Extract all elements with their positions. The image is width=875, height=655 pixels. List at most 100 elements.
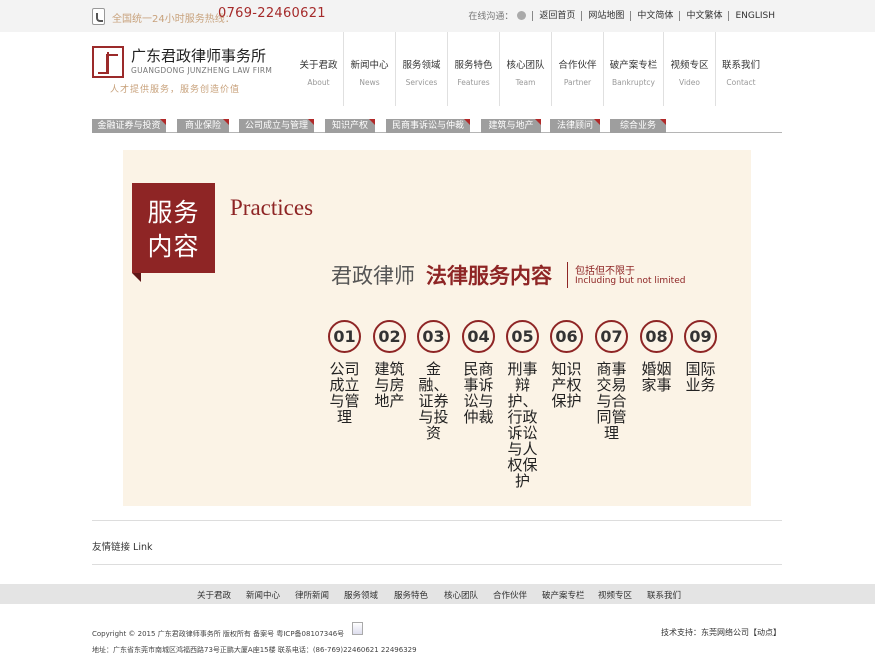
service-number: 05 (506, 320, 539, 353)
nav-label: 服务特色 (454, 60, 493, 71)
service-item[interactable]: 05 刑事辩护、行政诉讼与人权保护 (506, 320, 542, 489)
service-number: 04 (462, 320, 495, 353)
divider (92, 564, 782, 565)
link-traditional[interactable]: 中文繁体 (679, 10, 728, 21)
nav-services[interactable]: 服务领域 Services (396, 32, 448, 106)
logo-seal-icon[interactable] (92, 46, 124, 78)
category-tab[interactable]: 公司成立与管理 (239, 119, 314, 133)
service-label: 婚姻家事 (641, 360, 672, 394)
category-label: 公司成立与管理 (244, 121, 308, 131)
phone-icon (92, 8, 105, 25)
logo-title[interactable]: 广东君政律师事务所 (131, 45, 266, 66)
service-label: 知识产权保护 (551, 360, 582, 410)
nav-label-en: Video (678, 78, 700, 87)
category-label: 民商事诉讼与仲裁 (391, 121, 464, 131)
service-label: 民商事诉讼与仲裁 (463, 360, 494, 426)
service-label: 建筑与房地产 (374, 360, 405, 410)
nav-label-en: Team (515, 78, 536, 87)
footer-link[interactable]: 新闻中心 (246, 589, 280, 601)
link-english[interactable]: ENGLISH (728, 10, 781, 21)
tab-corner-icon (223, 119, 229, 125)
service-number: 01 (328, 320, 361, 353)
nav-label: 破产案专栏 (609, 60, 658, 71)
heading-note-cn: 包括但不限于 (575, 266, 635, 277)
nav-video[interactable]: 视频专区 Video (664, 32, 716, 106)
footer-link[interactable]: 核心团队 (444, 589, 478, 601)
nav-label: 服务领域 (402, 60, 441, 71)
footer-link[interactable]: 合作伙伴 (493, 589, 527, 601)
service-label: 公司成立与管理 (329, 360, 360, 426)
service-item[interactable]: 01 公司成立与管理 (328, 320, 364, 425)
main-nav: 关于君政 About 新闻中心 News 服务领域 Services 服务特色 Feat… (294, 32, 766, 106)
heading-divider (567, 262, 568, 288)
category-tab[interactable]: 建筑与地产 (481, 119, 541, 133)
tab-corner-icon (369, 119, 375, 125)
footer-link[interactable]: 服务领域 (344, 589, 378, 601)
nav-bankruptcy[interactable]: 破产案专栏 Bankruptcy (604, 32, 664, 106)
service-label: 商事交易与合同管理 (596, 360, 627, 442)
nav-label: 合作伙伴 (558, 60, 597, 71)
top-bar: 全国统一24小时服务热线： 0769-22460621 在线沟通： 返回首页 网… (0, 0, 875, 32)
service-number: 03 (417, 320, 450, 353)
service-number: 08 (640, 320, 673, 353)
footer-link[interactable]: 联系我们 (647, 589, 681, 601)
service-label: 金融、证券与投资 (418, 360, 449, 442)
service-item[interactable]: 03 金融、证券与投资 (417, 320, 453, 441)
service-number: 07 (595, 320, 628, 353)
nav-label-en: Contact (726, 78, 756, 87)
service-item[interactable]: 02 建筑与房地产 (373, 320, 409, 409)
nav-news[interactable]: 新闻中心 News (344, 32, 396, 106)
footer-link[interactable]: 破产案专栏 (542, 589, 585, 601)
footer-link[interactable]: 关于君政 (197, 589, 231, 601)
category-tab[interactable]: 法律顾问 (550, 119, 600, 133)
category-label: 金融证券与投资 (97, 121, 161, 131)
footer-link[interactable]: 律所新闻 (295, 589, 329, 601)
link-home[interactable]: 返回首页 (532, 10, 581, 21)
footer-link[interactable]: 视频专区 (598, 589, 632, 601)
category-tab[interactable]: 知识产权 (325, 119, 375, 133)
banner-line-1: 服务 (147, 198, 200, 227)
nav-label-en: Partner (563, 78, 592, 87)
category-tab[interactable]: 综合业务 (610, 119, 666, 133)
hotline-number: 0769-22460621 (218, 6, 326, 21)
nav-label-en: About (307, 78, 330, 87)
nav-label: 联系我们 (721, 60, 760, 71)
service-item[interactable]: 07 商事交易与合同管理 (595, 320, 631, 441)
beian-badge-icon[interactable] (352, 622, 363, 635)
category-tab[interactable]: 商业保险 (177, 119, 229, 133)
heading-firm: 君政律师 (331, 264, 415, 288)
link-sitemap[interactable]: 网站地图 (581, 10, 630, 21)
nav-label-en: Services (405, 78, 438, 87)
nav-about[interactable]: 关于君政 About (294, 32, 344, 106)
nav-label: 核心团队 (506, 60, 545, 71)
service-item[interactable]: 06 知识产权保护 (550, 320, 586, 409)
tab-corner-icon (660, 119, 666, 125)
tab-corner-icon (535, 119, 541, 125)
logo-subtitle: GUANGDONG JUNZHENG LAW FIRM (131, 66, 273, 75)
category-label: 建筑与地产 (488, 121, 534, 131)
nav-label: 新闻中心 (350, 60, 389, 71)
nav-features[interactable]: 服务特色 Features (448, 32, 500, 106)
service-item[interactable]: 09 国际业务 (684, 320, 720, 393)
copyright: Copyright © 2015 广东君政律师事务所 版权所有 备案号 粤ICP… (92, 630, 345, 638)
footer-link[interactable]: 服务特色 (394, 589, 428, 601)
nav-contact[interactable]: 联系我们 Contact (716, 32, 766, 106)
nav-label-en: News (359, 78, 380, 87)
service-number: 02 (373, 320, 406, 353)
link-simplified[interactable]: 中文简体 (630, 10, 679, 21)
service-item[interactable]: 08 婚姻家事 (640, 320, 676, 393)
chat-icon[interactable] (517, 11, 527, 20)
category-tab[interactable]: 民商事诉讼与仲裁 (386, 119, 470, 133)
slogan: 人才提供服务，服务创造价值 (110, 85, 241, 95)
nav-label: 视频专区 (670, 60, 709, 71)
service-number: 09 (684, 320, 717, 353)
nav-partner[interactable]: 合作伙伴 Partner (552, 32, 604, 106)
hotline-label: 全国统一24小时服务热线： (112, 14, 235, 25)
service-item[interactable]: 04 民商事诉讼与仲裁 (462, 320, 498, 425)
nav-team[interactable]: 核心团队 Team (500, 32, 552, 106)
category-label: 综合业务 (619, 121, 656, 131)
nav-label-en: Bankruptcy (612, 78, 655, 87)
heading-services: 法律服务内容 (426, 264, 552, 288)
category-tab[interactable]: 金融证券与投资 (92, 119, 166, 133)
tech-support[interactable]: 技术支持：东莞网络公司【动点】 (661, 627, 781, 638)
